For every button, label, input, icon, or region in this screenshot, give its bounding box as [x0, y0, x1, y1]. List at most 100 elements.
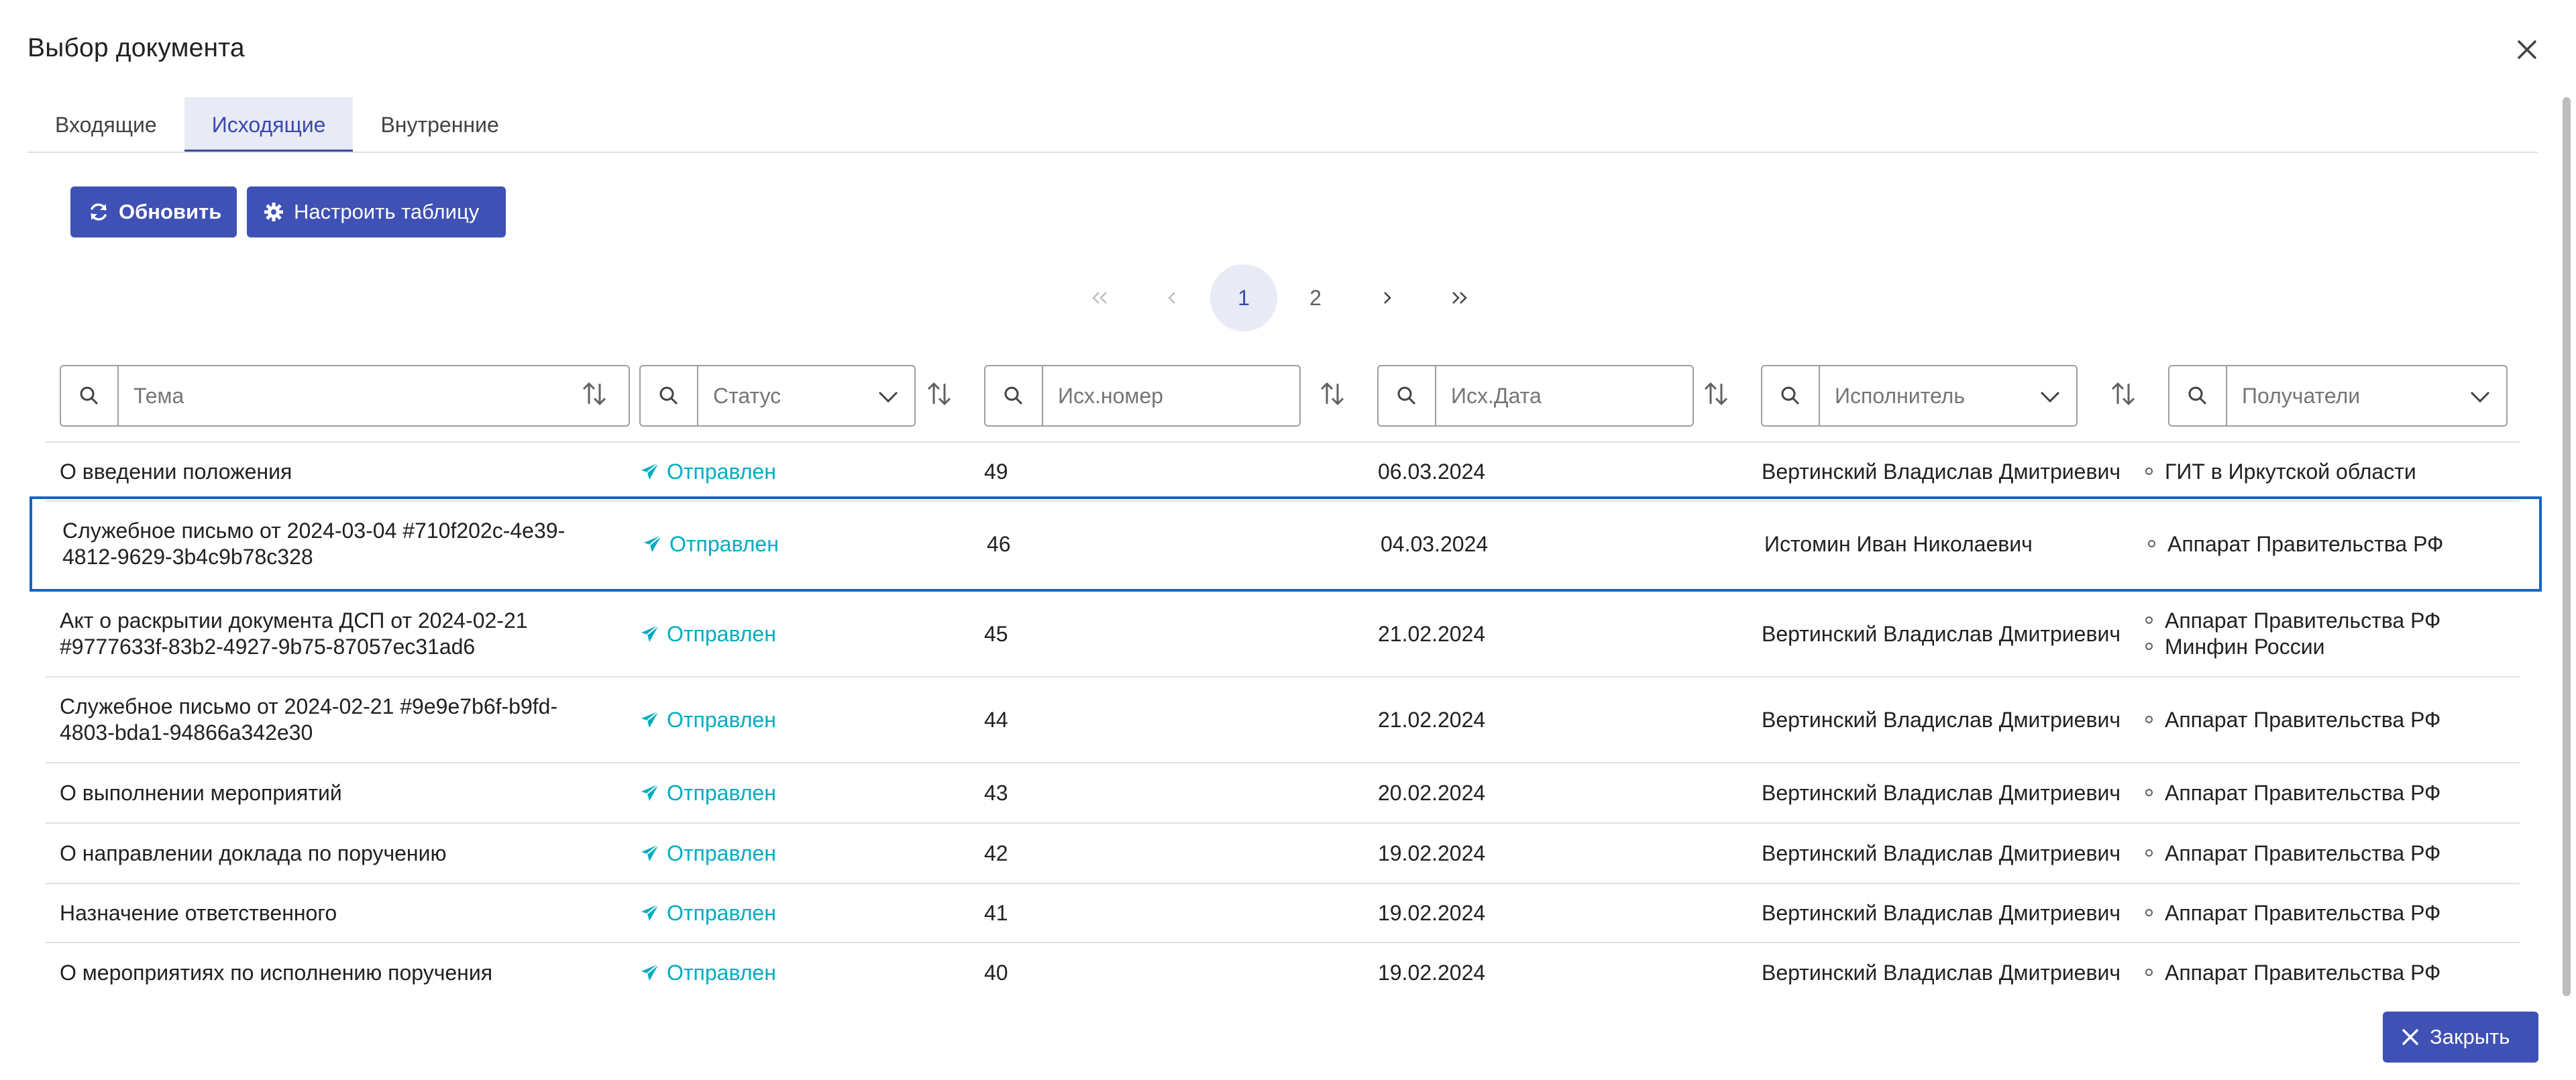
date-filter-input[interactable]: Исх.Дата	[1435, 365, 1694, 427]
recipients-filter: Получатели	[2168, 365, 2508, 427]
sort-icon[interactable]	[1319, 377, 1346, 411]
tab-divider	[28, 152, 2538, 153]
refresh-label: Обновить	[119, 200, 222, 223]
configure-table-label: Настроить таблицу	[294, 200, 480, 223]
recipient-item: Аппарат Правительства РФ	[2145, 608, 2440, 634]
page-1-button[interactable]: 1	[1210, 264, 1277, 331]
search-icon[interactable]	[1761, 365, 1819, 427]
chevron-down-icon	[2039, 386, 2061, 412]
topic-filter-input[interactable]: Тема	[117, 365, 630, 427]
recipient-item: Аппарат Правительства РФ	[2145, 900, 2440, 926]
cell-status: Отправлен	[640, 763, 776, 822]
sort-icon[interactable]	[581, 377, 608, 411]
number-filter-input[interactable]: Исх.номер	[1042, 365, 1301, 427]
cell-recipients: ГИТ в Иркутской области	[2145, 443, 2416, 500]
cell-topic: Назначение ответственного	[60, 900, 337, 925]
status-label: Отправлен	[667, 780, 776, 805]
cell-topic: О введении положения	[60, 459, 292, 484]
table-row[interactable]: Назначение ответственного Отправлен 41 1…	[46, 884, 2520, 943]
tab-bar: Входящие Исходящие Внутренние	[28, 97, 527, 152]
cell-number: 45	[984, 621, 1008, 646]
sort-icon[interactable]	[1703, 377, 1729, 411]
table-row-selected[interactable]: Служебное письмо от 2024-03-04 #710f202c…	[30, 496, 2542, 592]
table-row[interactable]: Акт о раскрытии документа ДСП от 2024-02…	[46, 592, 2520, 678]
cell-executor: Вертинский Владислав Дмитриевич	[1762, 707, 2121, 732]
close-icon	[2400, 1027, 2420, 1047]
cell-topic: Служебное письмо от 2024-03-04 #710f202c…	[62, 519, 566, 569]
sort-icon[interactable]	[2110, 377, 2137, 411]
topic-filter: Тема	[60, 365, 630, 427]
search-icon[interactable]	[1377, 365, 1435, 427]
send-icon	[640, 624, 660, 644]
tab-incoming[interactable]: Входящие	[28, 97, 184, 152]
cell-number: 43	[984, 780, 1008, 805]
cell-status: Отправлен	[640, 592, 776, 676]
scrollbar-thumb[interactable]	[2563, 97, 2571, 996]
status-label: Отправлен	[667, 841, 776, 865]
table-row[interactable]: О мероприятиях по исполнению поручения О…	[46, 943, 2520, 1002]
status-label: Отправлен	[667, 960, 776, 985]
executor-filter-select[interactable]: Исполнитель	[1819, 365, 2078, 427]
table-row[interactable]: О введении положения Отправлен 49 06.03.…	[46, 443, 2520, 502]
cell-date: 04.03.2024	[1381, 531, 1489, 556]
cell-executor: Вертинский Владислав Дмитриевич	[1762, 841, 2121, 865]
configure-table-button[interactable]: Настроить таблицу	[247, 186, 506, 237]
cell-topic: О направлении доклада по поручению	[60, 841, 447, 865]
close-icon[interactable]	[2512, 35, 2542, 64]
cell-number: 42	[984, 841, 1008, 865]
send-icon	[640, 783, 660, 803]
status-filter-select[interactable]: Статус	[697, 365, 916, 427]
last-page-icon[interactable]	[1426, 264, 1493, 331]
gear-icon	[263, 201, 284, 223]
search-icon[interactable]	[984, 365, 1042, 427]
send-icon	[640, 462, 660, 482]
tab-outgoing[interactable]: Исходящие	[184, 97, 354, 152]
cell-topic: О выполнении мероприятий	[60, 780, 342, 805]
sort-icon[interactable]	[926, 377, 953, 411]
cell-executor: Вертинский Владислав Дмитриевич	[1762, 621, 2121, 646]
recipient-item: Аппарат Правительства РФ	[2145, 960, 2440, 986]
cell-date: 19.02.2024	[1378, 841, 1486, 865]
executor-filter: Исполнитель	[1761, 365, 2078, 427]
table-row[interactable]: О направлении доклада по поручению Отпра…	[46, 824, 2520, 884]
status-label: Отправлен	[667, 707, 776, 732]
cell-number: 46	[987, 531, 1011, 556]
cell-recipients: Аппарат Правительства РФ	[2145, 884, 2440, 942]
refresh-button[interactable]: Обновить	[70, 186, 237, 237]
close-button-label: Закрыть	[2430, 1025, 2510, 1048]
number-filter: Исх.номер	[984, 365, 1301, 427]
cell-executor: Вертинский Владислав Дмитриевич	[1762, 960, 2121, 985]
recipient-item: ГИТ в Иркутской области	[2145, 459, 2416, 485]
table-row[interactable]: Служебное письмо от 2024-02-21 #9e9e7b6f…	[46, 678, 2520, 763]
cell-recipients: Аппарат Правительства РФ	[2145, 763, 2440, 822]
recipient-item: Аппарат Правительства РФ	[2145, 780, 2440, 806]
cell-date: 19.02.2024	[1378, 900, 1486, 925]
status-label: Отправлен	[667, 900, 776, 925]
search-icon[interactable]	[60, 365, 117, 427]
tab-internal[interactable]: Внутренние	[353, 97, 526, 152]
cell-executor: Истомин Иван Николаевич	[1764, 531, 2033, 556]
table-row[interactable]: О выполнении мероприятий Отправлен 43 20…	[46, 763, 2520, 824]
status-filter: Статус	[639, 365, 916, 427]
cell-date: 21.02.2024	[1378, 707, 1486, 732]
search-icon[interactable]	[639, 365, 697, 427]
cell-recipients: Аппарат Правительства РФ	[2145, 943, 2440, 1002]
close-button[interactable]: Закрыть	[2383, 1012, 2538, 1063]
cell-executor: Вертинский Владислав Дмитриевич	[1762, 900, 2121, 925]
page-2-button[interactable]: 2	[1282, 264, 1349, 331]
date-filter: Исх.Дата	[1377, 365, 1694, 427]
first-page-icon[interactable]	[1067, 264, 1134, 331]
next-page-icon[interactable]	[1354, 264, 1421, 331]
recipients-filter-placeholder: Получатели	[2242, 383, 2361, 408]
cell-topic: Служебное письмо от 2024-02-21 #9e9e7b6f…	[60, 694, 558, 745]
cell-status: Отправлен	[640, 678, 776, 762]
recipients-filter-select[interactable]: Получатели	[2226, 365, 2508, 427]
prev-page-icon[interactable]	[1138, 264, 1205, 331]
cell-recipients: Аппарат Правительства РФ	[2145, 678, 2440, 762]
cell-status: Отправлен	[640, 943, 776, 1002]
chevron-down-icon	[877, 386, 900, 412]
search-icon[interactable]	[2168, 365, 2226, 427]
refresh-icon	[88, 201, 109, 223]
send-icon	[640, 903, 660, 923]
recipient-item: Минфин России	[2145, 634, 2324, 660]
